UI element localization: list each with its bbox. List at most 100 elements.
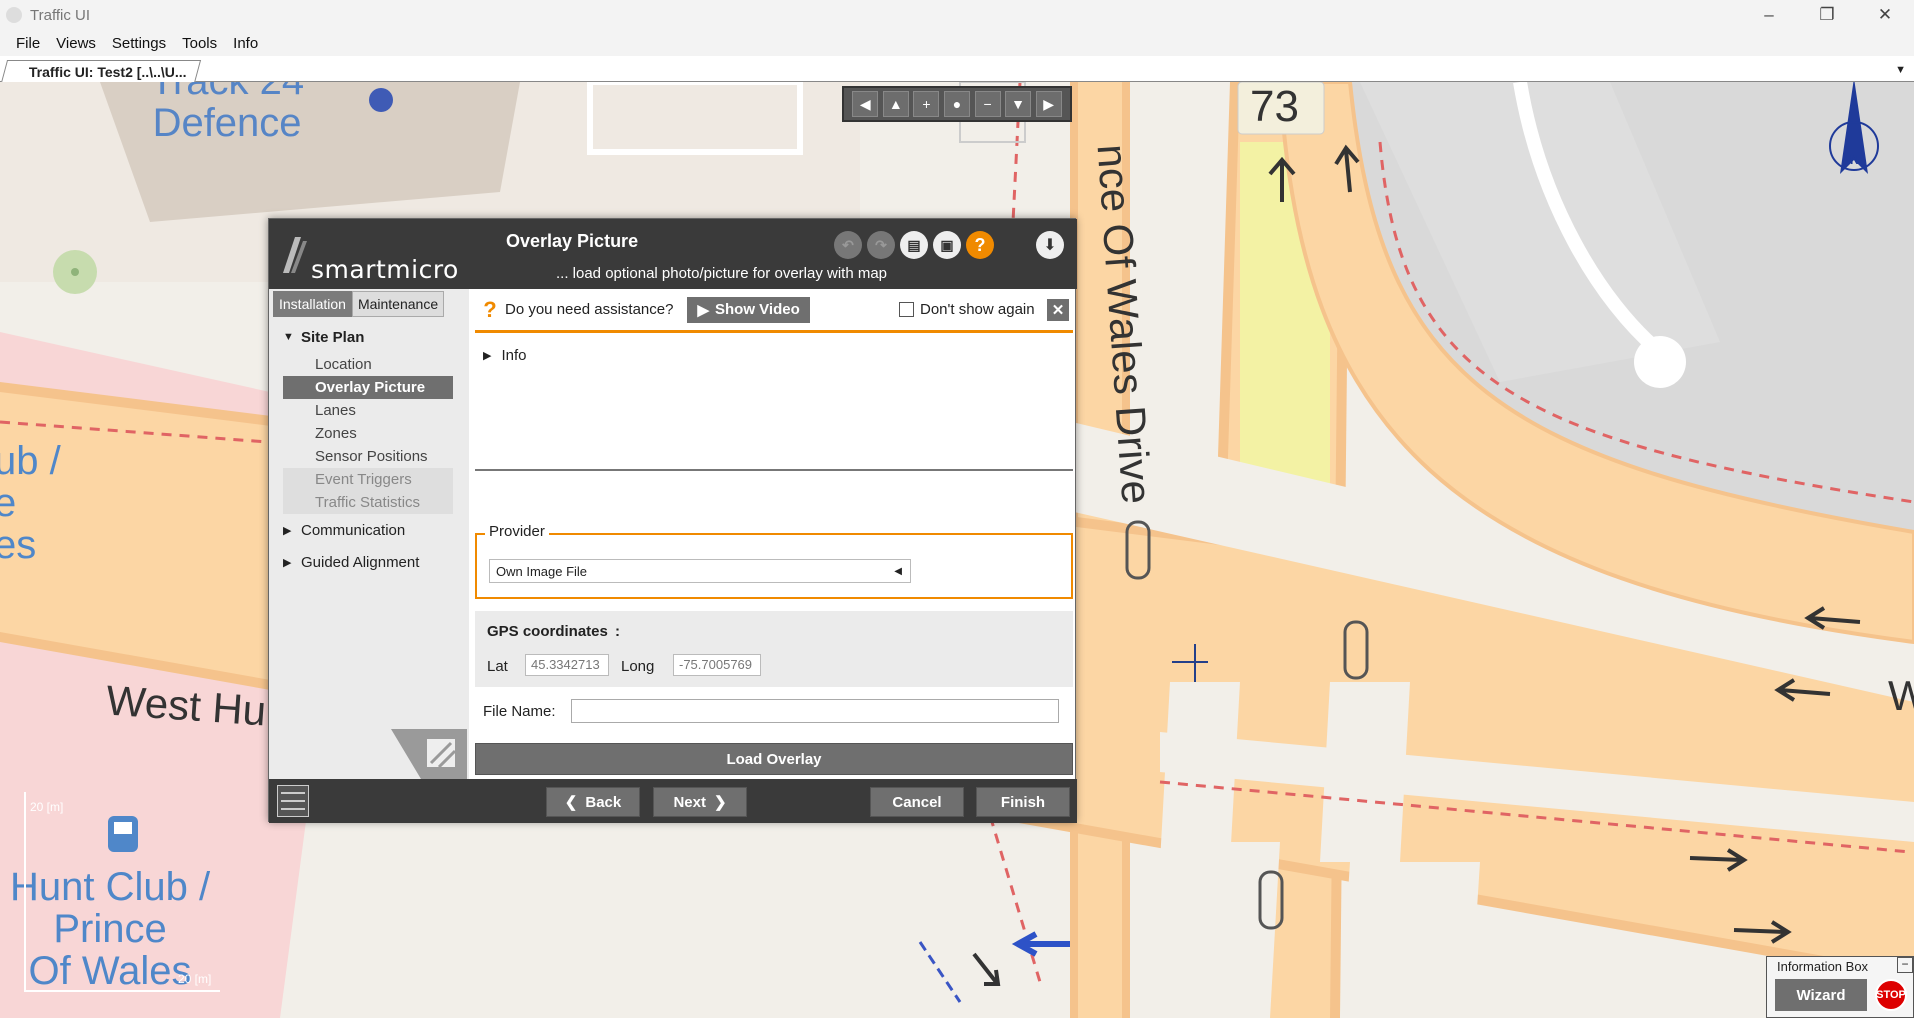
map-label-defence: Track 24 Defence <box>150 82 304 145</box>
long-label: Long <box>621 658 655 675</box>
sidebar-item-sensor-positions[interactable]: Sensor Positions <box>283 445 453 468</box>
menu-file[interactable]: File <box>8 35 48 52</box>
collapsed-arrow-icon: ▶ <box>283 524 292 537</box>
dialog-footer: ❮ Back Next ❯ Cancel Finish <box>269 779 1077 823</box>
map-label-w-right: W <box>1888 672 1914 719</box>
map-nav-control: ◀ ▲ + ● − ▼ ▶ <box>842 86 1072 122</box>
collapsed-arrow-icon: ▶ <box>483 350 492 362</box>
map-label-club-left: ub / e es <box>0 439 61 567</box>
save-icon[interactable]: ▤ <box>900 231 928 259</box>
load-overlay-button[interactable]: Load Overlay <box>475 743 1073 775</box>
sidebar-item-location[interactable]: Location <box>283 353 453 376</box>
scale-bar-vertical <box>24 792 26 990</box>
center-map-button[interactable]: ● <box>943 91 970 117</box>
brand-wordmark: smartmicro <box>311 255 459 284</box>
provider-legend: Provider <box>485 523 549 540</box>
smartmicro-logo: smartmicro <box>281 235 471 284</box>
finish-button[interactable]: Finish <box>976 787 1070 817</box>
pan-right-button[interactable]: ▶ <box>1035 91 1062 117</box>
download-icon[interactable]: ⬇ <box>1036 231 1064 259</box>
tree-group-communication[interactable]: ▶ Communication <box>269 514 469 546</box>
sidebar-item-overlay-picture[interactable]: Overlay Picture <box>283 376 453 399</box>
title-bar: Traffic UI – ❐ ✕ <box>0 0 1914 30</box>
minimize-info-box-button[interactable]: − <box>1897 957 1913 973</box>
wizard-dialog: smartmicro Overlay Picture ... load opti… <box>268 218 1077 823</box>
menu-views[interactable]: Views <box>48 35 104 52</box>
assistance-question: Do you need assistance? <box>505 301 674 318</box>
gps-coordinates-panel: GPS coordinates : Lat 45.3342713 Long -7… <box>475 611 1073 687</box>
tab-maintenance[interactable]: Maintenance <box>351 291 445 317</box>
wizard-content: ? Do you need assistance? ▶ Show Video D… <box>475 289 1073 779</box>
back-label: Back <box>585 793 622 811</box>
info-label: Info <box>501 347 527 364</box>
app-icon <box>6 7 22 23</box>
scale-label-top: 20 [m] <box>30 800 64 814</box>
help-icon[interactable]: ? <box>966 231 994 259</box>
chevron-right-icon: ❯ <box>713 794 727 811</box>
minimize-button[interactable]: – <box>1740 0 1798 30</box>
pan-up-button[interactable]: ▲ <box>882 91 909 117</box>
tree-group-guided-alignment[interactable]: ▶ Guided Alignment <box>269 546 469 578</box>
next-button[interactable]: Next ❯ <box>653 787 747 817</box>
header-toolbar: ↶ ↷ ▤ ▣ ? <box>834 231 994 259</box>
info-expander[interactable]: ▶ Info <box>483 347 527 364</box>
document-tab[interactable]: Traffic UI: Test2 [..\..\U... <box>0 60 201 83</box>
compass-letter: N <box>1850 152 1860 167</box>
window-controls: – ❐ ✕ <box>1740 0 1914 30</box>
pan-down-button[interactable]: ▼ <box>1005 91 1032 117</box>
sidebar-tabs: Installation Maintenance <box>273 291 465 317</box>
guided-alignment-label: Guided Alignment <box>301 553 420 571</box>
window-title: Traffic UI <box>30 6 91 24</box>
provider-select[interactable]: Own Image File ◀ <box>489 559 911 583</box>
sidebar-item-event-triggers: Event Triggers <box>283 468 453 491</box>
zoom-in-button[interactable]: + <box>913 91 940 117</box>
redo-icon[interactable]: ↷ <box>867 231 895 259</box>
question-icon: ? <box>483 296 497 322</box>
pan-left-button[interactable]: ◀ <box>852 91 879 117</box>
close-window-button[interactable]: ✕ <box>1856 0 1914 30</box>
communication-label: Communication <box>301 521 406 539</box>
menu-bar: File Views Settings Tools Info <box>0 30 1914 56</box>
expanded-arrow-icon: ▼ <box>283 331 294 343</box>
stop-button[interactable]: STOP <box>1875 979 1907 1011</box>
collapsed-arrow-icon: ▶ <box>283 556 292 569</box>
tree-group-site-plan[interactable]: ▼ Site Plan <box>269 321 469 353</box>
show-video-label: Show Video <box>715 301 800 318</box>
menu-tools[interactable]: Tools <box>174 35 225 52</box>
sidebar-item-zones[interactable]: Zones <box>283 422 453 445</box>
lat-field[interactable]: 45.3342713 <box>525 654 609 676</box>
zoom-out-button[interactable]: − <box>974 91 1001 117</box>
restore-button[interactable]: ❐ <box>1798 0 1856 30</box>
tab-installation[interactable]: Installation <box>273 291 352 317</box>
save-as-icon[interactable]: ▣ <box>933 231 961 259</box>
lat-label: Lat <box>487 658 508 675</box>
play-icon: ▶ <box>697 301 709 319</box>
menu-settings[interactable]: Settings <box>104 35 174 52</box>
menu-panel-icon[interactable] <box>277 785 309 817</box>
back-button[interactable]: ❮ Back <box>546 787 640 817</box>
sidebar-item-traffic-statistics: Traffic Statistics <box>283 491 453 514</box>
undo-icon[interactable]: ↶ <box>834 231 862 259</box>
provider-selected: Own Image File <box>496 563 588 579</box>
menu-info[interactable]: Info <box>225 35 266 52</box>
dialog-title: Overlay Picture <box>506 231 639 251</box>
dont-show-checkbox[interactable] <box>899 302 914 317</box>
map-label-road-number: 73 <box>1250 82 1299 131</box>
file-name-input[interactable] <box>571 699 1059 723</box>
show-video-button[interactable]: ▶ Show Video <box>687 296 810 323</box>
info-splitter[interactable] <box>475 469 1073 471</box>
cancel-button[interactable]: Cancel <box>870 787 964 817</box>
dropdown-caret-icon: ◀ <box>894 565 902 577</box>
dont-show-again[interactable]: Don't show again <box>899 301 1035 318</box>
wizard-button[interactable]: Wizard <box>1775 979 1867 1011</box>
dialog-subtitle: ... load optional photo/picture for over… <box>556 265 888 282</box>
tab-list-dropdown-icon[interactable]: ▼ <box>1895 64 1906 76</box>
close-assistance-button[interactable]: ✕ <box>1047 299 1069 321</box>
dialog-header: smartmicro Overlay Picture ... load opti… <box>269 219 1077 289</box>
long-field[interactable]: -75.7005769 <box>673 654 761 676</box>
site-plan-label: Site Plan <box>301 328 365 346</box>
scale-bar-horizontal <box>24 990 220 992</box>
sidebar-item-lanes[interactable]: Lanes <box>283 399 453 422</box>
chevron-left-icon: ❮ <box>564 794 578 811</box>
provider-group: Provider Own Image File ◀ <box>475 523 1073 599</box>
